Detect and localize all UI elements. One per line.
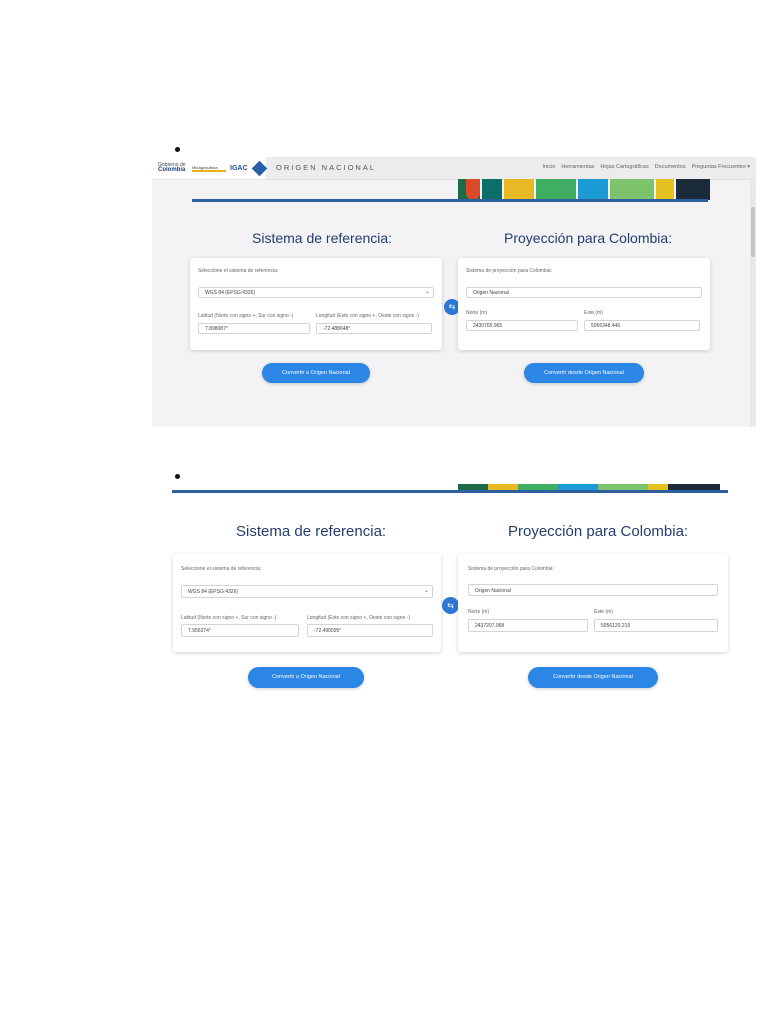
nav-item-herramientas[interactable]: Herramientas <box>561 164 594 170</box>
section-divider <box>172 490 728 493</box>
swap-arrows-icon[interactable]: ⇆ <box>442 597 459 614</box>
screenshot-origen-nacional-1: Gobierno de Colombia MinAgricultura IGAC… <box>152 157 756 427</box>
select-label: Seleccione el sistema de referencia: <box>181 566 262 572</box>
nav-item-preguntas-label: Preguntas Frecuentes <box>691 164 746 170</box>
latitude-label: Latitud (Norte con signo +, Sur con sign… <box>198 313 294 319</box>
east-input[interactable]: 5056348.446 <box>584 320 700 331</box>
north-label: Norte (m) <box>468 609 490 615</box>
ministry-logo: MinAgricultura <box>192 165 226 172</box>
chevron-down-icon: ⌄ <box>424 588 430 594</box>
gov-logo-text: Colombia <box>158 167 186 173</box>
screenshot-origen-nacional-2: Sistema de referencia: Proyección para C… <box>170 484 730 694</box>
logo-strip: Gobierno de Colombia MinAgricultura IGAC <box>152 157 267 179</box>
projection-card: Sistema de proyección para Colombia: Ori… <box>458 258 710 350</box>
longitude-input[interactable]: -72.490595° <box>307 624 433 637</box>
convert-from-origin-button[interactable]: Convertir desde Origen Nacional <box>524 363 644 383</box>
section-divider <box>192 199 708 202</box>
north-input[interactable]: 2430765.965 <box>466 320 578 331</box>
top-navbar: Gobierno de Colombia MinAgricultura IGAC… <box>152 157 756 180</box>
projection-input[interactable]: Origen Nacional <box>466 287 702 298</box>
chevron-down-icon: ⌄ <box>425 289 431 295</box>
site-brand[interactable]: ORIGEN NACIONAL <box>276 163 376 172</box>
convert-to-origin-button[interactable]: Convertir a Origen Nacional <box>248 667 364 688</box>
reference-system-title: Sistema de referencia: <box>252 230 393 246</box>
projection-title: Proyección para Colombia: <box>508 523 689 540</box>
hero-banner-strip <box>458 179 710 200</box>
projection-card: Sistema de proyección para Colombia: Ori… <box>458 554 728 652</box>
list-bullet <box>175 147 180 152</box>
longitude-label: Longitud (Este con signo +, Oeste con si… <box>307 615 410 621</box>
nav-item-inicio[interactable]: Inicio <box>543 164 556 170</box>
reference-system-title: Sistema de referencia: <box>236 523 387 540</box>
longitude-input[interactable]: -72.488648° <box>316 323 432 334</box>
chevron-down-icon: ▾ <box>747 164 750 170</box>
nav-item-preguntas[interactable]: Preguntas Frecuentes ▾ <box>692 164 750 170</box>
convert-to-origin-button[interactable]: Convertir a Origen Nacional <box>262 363 370 383</box>
igac-logo: IGAC <box>230 164 248 172</box>
projection-label: Sistema de proyección para Colombia: <box>468 566 554 572</box>
list-bullet <box>175 474 180 479</box>
longitude-label: Longitud (Este con signo +, Oeste con si… <box>316 313 419 319</box>
reference-system-select[interactable]: WGS 84 (EPSG:4326) <box>198 287 434 298</box>
reference-system-card: Seleccione el sistema de referencia: WGS… <box>190 258 442 350</box>
nav-item-hojas[interactable]: Hojas Cartográficas <box>600 164 648 170</box>
scrollbar-thumb[interactable] <box>751 207 755 257</box>
latitude-input[interactable]: 7.898087° <box>198 323 310 334</box>
east-label: Este (m) <box>594 609 613 615</box>
east-input[interactable]: 5056120.219 <box>594 619 718 632</box>
select-label: Seleccione el sistema de referencia: <box>198 268 279 274</box>
gov-colombia-logo: Gobierno de Colombia <box>158 163 188 174</box>
latitude-label: Latitud (Norte con signo +, Sur con sign… <box>181 615 277 621</box>
convert-from-origin-button[interactable]: Convertir desde Origen Nacional <box>528 667 658 688</box>
north-input[interactable]: 2437207.068 <box>468 619 588 632</box>
igac-diamond-icon <box>251 160 267 176</box>
latitude-input[interactable]: 7.956374° <box>181 624 299 637</box>
projection-title: Proyección para Colombia: <box>504 230 673 246</box>
page-scrollbar[interactable] <box>750 179 756 427</box>
projection-input[interactable]: Origen Nacional <box>468 584 718 596</box>
nav-item-documentos[interactable]: Documentos <box>655 164 686 170</box>
reference-system-select[interactable]: WGS 84 (EPSG:4326) <box>181 585 433 598</box>
nav-menu: Inicio Herramientas Hojas Cartográficas … <box>543 164 750 170</box>
east-label: Este (m) <box>584 310 603 316</box>
projection-label: Sistema de proyección para Colombia: <box>466 268 552 274</box>
reference-system-card: Seleccione el sistema de referencia: WGS… <box>173 554 441 652</box>
north-label: Norte (m) <box>466 310 488 316</box>
